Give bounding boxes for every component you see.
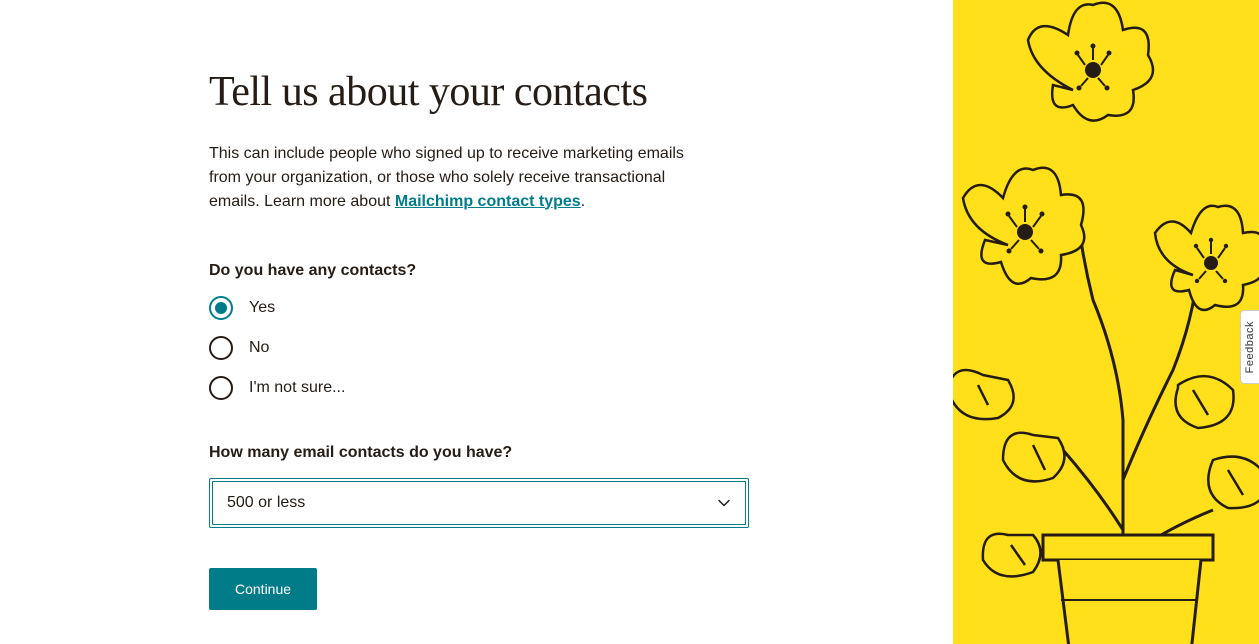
contact-types-link[interactable]: Mailchimp contact types: [395, 193, 581, 210]
radio-circle-icon: [209, 376, 233, 400]
description-text-after: .: [581, 193, 585, 210]
feedback-label: Feedback: [1244, 321, 1256, 373]
flower-illustration: [953, 0, 1259, 644]
contacts-radio-group: Yes No I'm not sure...: [209, 296, 749, 400]
radio-inner-dot: [215, 302, 227, 314]
radio-label-yes: Yes: [249, 299, 275, 317]
radio-option-unsure[interactable]: I'm not sure...: [209, 376, 749, 400]
page-title: Tell us about your contacts: [209, 68, 749, 118]
illustration-panel: [953, 0, 1259, 644]
continue-button[interactable]: Continue: [209, 568, 317, 610]
radio-option-yes[interactable]: Yes: [209, 296, 749, 320]
radio-option-no[interactable]: No: [209, 336, 749, 360]
main-content: Tell us about your contacts This can inc…: [4, 0, 953, 644]
radio-label-no: No: [249, 339, 269, 357]
contact-count-select-wrapper: 500 or less: [209, 478, 749, 528]
chevron-down-icon: [717, 496, 731, 510]
radio-circle-icon: [209, 296, 233, 320]
radio-circle-icon: [209, 336, 233, 360]
form-container: Tell us about your contacts This can inc…: [209, 68, 749, 610]
feedback-tab[interactable]: Feedback: [1240, 310, 1259, 384]
radio-label-unsure: I'm not sure...: [249, 379, 345, 397]
contacts-question-label: Do you have any contacts?: [209, 262, 749, 280]
select-focus-ring: 500 or less: [209, 478, 749, 528]
page-description: This can include people who signed up to…: [209, 142, 719, 214]
contact-count-select[interactable]: 500 or less: [212, 481, 746, 525]
count-question-label: How many email contacts do you have?: [209, 444, 749, 462]
select-value: 500 or less: [227, 494, 305, 512]
